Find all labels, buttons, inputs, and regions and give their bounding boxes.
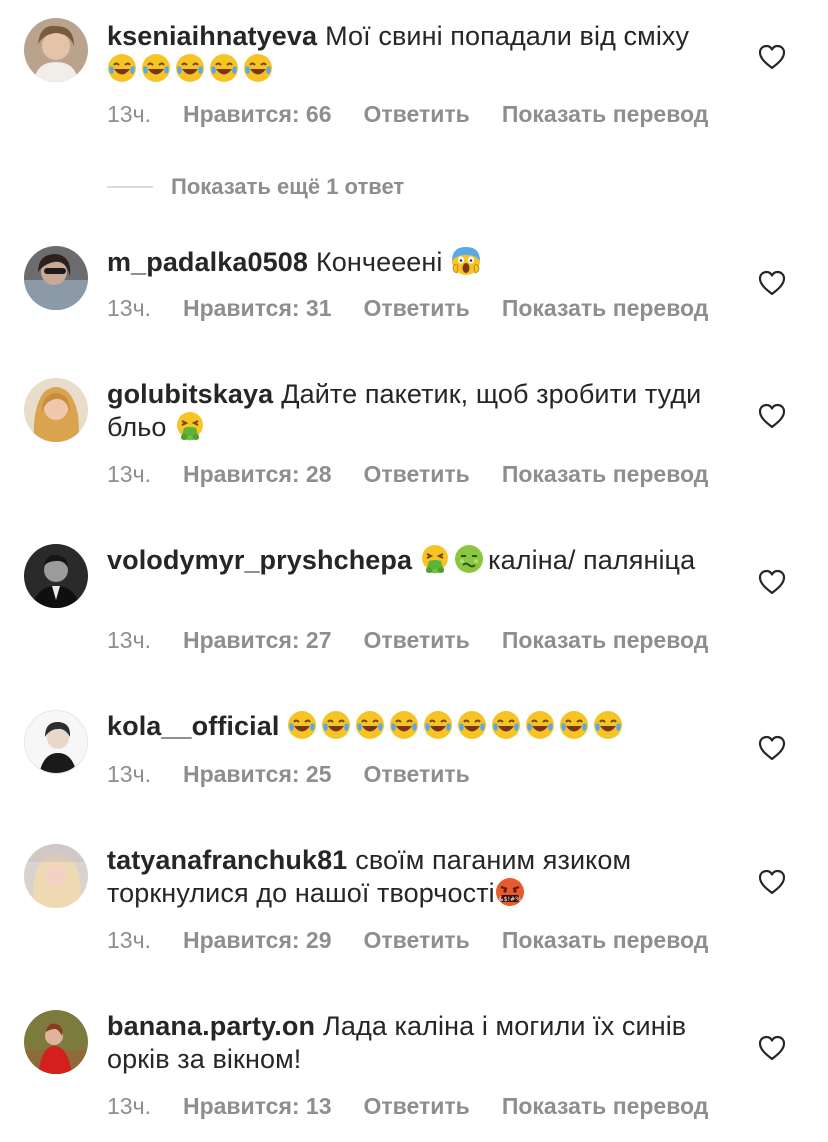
comment-text: m_padalka0508 Кончееені	[107, 246, 707, 279]
like-button[interactable]	[758, 1035, 786, 1061]
like-button[interactable]	[758, 270, 786, 296]
replies-divider	[107, 186, 153, 188]
comment-username[interactable]: golubitskaya	[107, 379, 273, 409]
heart-outline-icon	[758, 1035, 786, 1061]
comment-body: Кончееені	[315, 247, 443, 277]
reply-button[interactable]: Ответить	[364, 761, 470, 787]
comment-username[interactable]: kseniaihnatyeva	[107, 21, 317, 51]
reply-button[interactable]: Ответить	[364, 1093, 470, 1119]
reply-button[interactable]: Ответить	[364, 461, 470, 487]
face-with-tears-of-joy-icon	[355, 710, 385, 740]
like-button[interactable]	[758, 569, 786, 595]
face-with-tears-of-joy-icon	[107, 53, 137, 83]
face-screaming-in-fear-icon	[451, 246, 481, 276]
comment-meta: 13ч. Нравится: 31 Ответить Показать перевод	[107, 294, 740, 322]
comment-meta: 13ч. Нравится: 13 Ответить Показать перевод	[107, 1092, 740, 1120]
like-button[interactable]	[758, 44, 786, 70]
show-translation-button[interactable]: Показать перевод	[502, 295, 709, 321]
comment-body: каліна/ паляніца	[488, 545, 696, 575]
face-with-tears-of-joy-icon	[457, 710, 487, 740]
face-with-tears-of-joy-icon	[175, 53, 205, 83]
comment-meta: 13ч. Нравится: 66 Ответить Показать перевод	[107, 100, 740, 128]
comment-text: golubitskaya Дайте пакетик, щоб зробити т…	[107, 378, 707, 444]
likes-count[interactable]: Нравится: 27	[183, 627, 332, 653]
comment-username[interactable]: banana.party.on	[107, 1011, 315, 1041]
show-more-replies-button[interactable]: Показать ещё 1 ответ	[171, 174, 404, 200]
likes-count[interactable]: Нравится: 25	[183, 761, 332, 787]
likes-count[interactable]: Нравится: 28	[183, 461, 332, 487]
face-with-tears-of-joy-icon	[287, 710, 317, 740]
face-with-tears-of-joy-icon	[491, 710, 521, 740]
comment-time: 13ч.	[107, 295, 151, 321]
like-button[interactable]	[758, 869, 786, 895]
comment-text: banana.party.on Лада каліна і могили їх с…	[107, 1010, 707, 1076]
comment-time: 13ч.	[107, 461, 151, 487]
comment-time: 13ч.	[107, 761, 151, 787]
heart-outline-icon	[758, 270, 786, 296]
comment-text: volodymyr_pryshchepa каліна/ паляніца	[107, 544, 707, 577]
show-translation-button[interactable]: Показать перевод	[502, 927, 709, 953]
comment-time: 13ч.	[107, 927, 151, 953]
svg-text:&$!#%: &$!#%	[499, 896, 521, 903]
face-with-tears-of-joy-icon	[559, 710, 589, 740]
comment-meta: 13ч. Нравится: 27 Ответить Показать перевод	[107, 626, 740, 654]
face-with-tears-of-joy-icon	[243, 53, 273, 83]
avatar[interactable]	[24, 844, 88, 908]
comment-time: 13ч.	[107, 627, 151, 653]
likes-count[interactable]: Нравится: 66	[183, 101, 332, 127]
comment-username[interactable]: volodymyr_pryshchepa	[107, 545, 412, 575]
comment-body: Мої свині попадали від сміху	[325, 21, 690, 51]
heart-outline-icon	[758, 44, 786, 70]
face-vomiting-icon	[175, 411, 205, 441]
face-with-tears-of-joy-icon	[209, 53, 239, 83]
likes-count[interactable]: Нравится: 31	[183, 295, 332, 321]
show-translation-button[interactable]: Показать перевод	[502, 461, 709, 487]
show-translation-button[interactable]: Показать перевод	[502, 627, 709, 653]
show-translation-button[interactable]: Показать перевод	[502, 101, 709, 127]
heart-outline-icon	[758, 735, 786, 761]
comment-text: tatyanafranchuk81 своїм паганим язиком то…	[107, 844, 707, 910]
face-with-tears-of-joy-icon	[593, 710, 623, 740]
avatar[interactable]	[24, 378, 88, 442]
face-vomiting-icon	[420, 544, 450, 574]
reply-button[interactable]: Ответить	[364, 627, 470, 653]
likes-count[interactable]: Нравится: 29	[183, 927, 332, 953]
heart-outline-icon	[758, 569, 786, 595]
comment-meta: 13ч. Нравится: 28 Ответить Показать перевод	[107, 460, 740, 488]
comment-username[interactable]: kola__official	[107, 711, 279, 741]
reply-button[interactable]: Ответить	[364, 295, 470, 321]
face-with-symbols-on-mouth-icon: &$!#%	[495, 877, 525, 907]
avatar[interactable]	[24, 710, 88, 774]
reply-button[interactable]: Ответить	[364, 927, 470, 953]
comment-text: kola__official	[107, 710, 707, 743]
heart-outline-icon	[758, 403, 786, 429]
comment-time: 13ч.	[107, 101, 151, 127]
show-translation-button[interactable]: Показать перевод	[502, 1093, 709, 1119]
like-button[interactable]	[758, 403, 786, 429]
avatar[interactable]	[24, 246, 88, 310]
face-with-tears-of-joy-icon	[141, 53, 171, 83]
heart-outline-icon	[758, 869, 786, 895]
comment-username[interactable]: tatyanafranchuk81	[107, 845, 347, 875]
avatar[interactable]	[24, 18, 88, 82]
avatar[interactable]	[24, 1010, 88, 1074]
like-button[interactable]	[758, 735, 786, 761]
comment-meta: 13ч. Нравится: 29 Ответить Показать перевод	[107, 926, 740, 954]
comment-meta: 13ч. Нравится: 25 Ответить	[107, 760, 502, 788]
comment-text: kseniaihnatyeva Мої свині попадали від см…	[107, 20, 707, 86]
face-with-tears-of-joy-icon	[423, 710, 453, 740]
comment-username[interactable]: m_padalka0508	[107, 247, 308, 277]
reply-button[interactable]: Ответить	[364, 101, 470, 127]
face-with-tears-of-joy-icon	[321, 710, 351, 740]
likes-count[interactable]: Нравится: 13	[183, 1093, 332, 1119]
face-with-tears-of-joy-icon	[389, 710, 419, 740]
face-with-tears-of-joy-icon	[525, 710, 555, 740]
nauseated-face-icon	[454, 544, 484, 574]
avatar[interactable]	[24, 544, 88, 608]
comment-time: 13ч.	[107, 1093, 151, 1119]
